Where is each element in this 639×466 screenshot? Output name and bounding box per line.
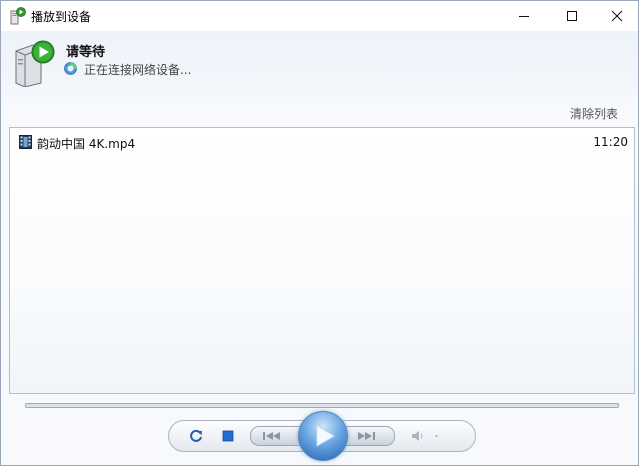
stop-icon [222,430,234,442]
app-icon [10,7,26,25]
media-device-icon [15,40,55,87]
playlist-item-duration: 11:20 [593,135,628,149]
volume-button[interactable] [410,429,442,443]
repeat-button[interactable] [188,428,204,444]
next-icon [358,432,375,440]
playlist-item[interactable]: 韵动中国 4K.mp4 11:20 [10,132,634,152]
previous-icon [263,432,280,440]
stop-button[interactable] [221,429,235,443]
playlist-item-name: 韵动中国 4K.mp4 [37,137,136,151]
repeat-icon [190,429,202,442]
status-header: 请等待 正在连接网络设备... [1,31,638,97]
minimize-button[interactable] [501,1,547,31]
clear-list-link[interactable]: 清除列表 [570,105,618,122]
title-bar: 播放到设备 [1,1,638,31]
busy-spinner-icon [64,62,77,75]
video-file-icon [19,135,32,149]
close-button[interactable] [594,1,639,31]
status-message: 正在连接网络设备... [84,63,192,77]
next-button[interactable] [343,426,395,446]
playlist-panel[interactable]: 韵动中国 4K.mp4 11:20 [9,127,635,394]
play-icon [316,425,335,447]
window-title: 播放到设备 [31,10,92,24]
status-title: 请等待 [66,45,106,60]
close-icon [611,10,623,22]
previous-button[interactable] [250,426,304,446]
play-to-device-window: 播放到设备 请等待 正在连接网络设备... 清除列表 韵动中国 4K.mp4 1… [0,0,639,466]
play-button[interactable] [298,411,348,461]
maximize-icon [567,11,577,21]
volume-icon [412,431,438,441]
maximize-button[interactable] [549,1,595,31]
minimize-icon [519,16,529,17]
seek-bar[interactable] [25,403,619,408]
